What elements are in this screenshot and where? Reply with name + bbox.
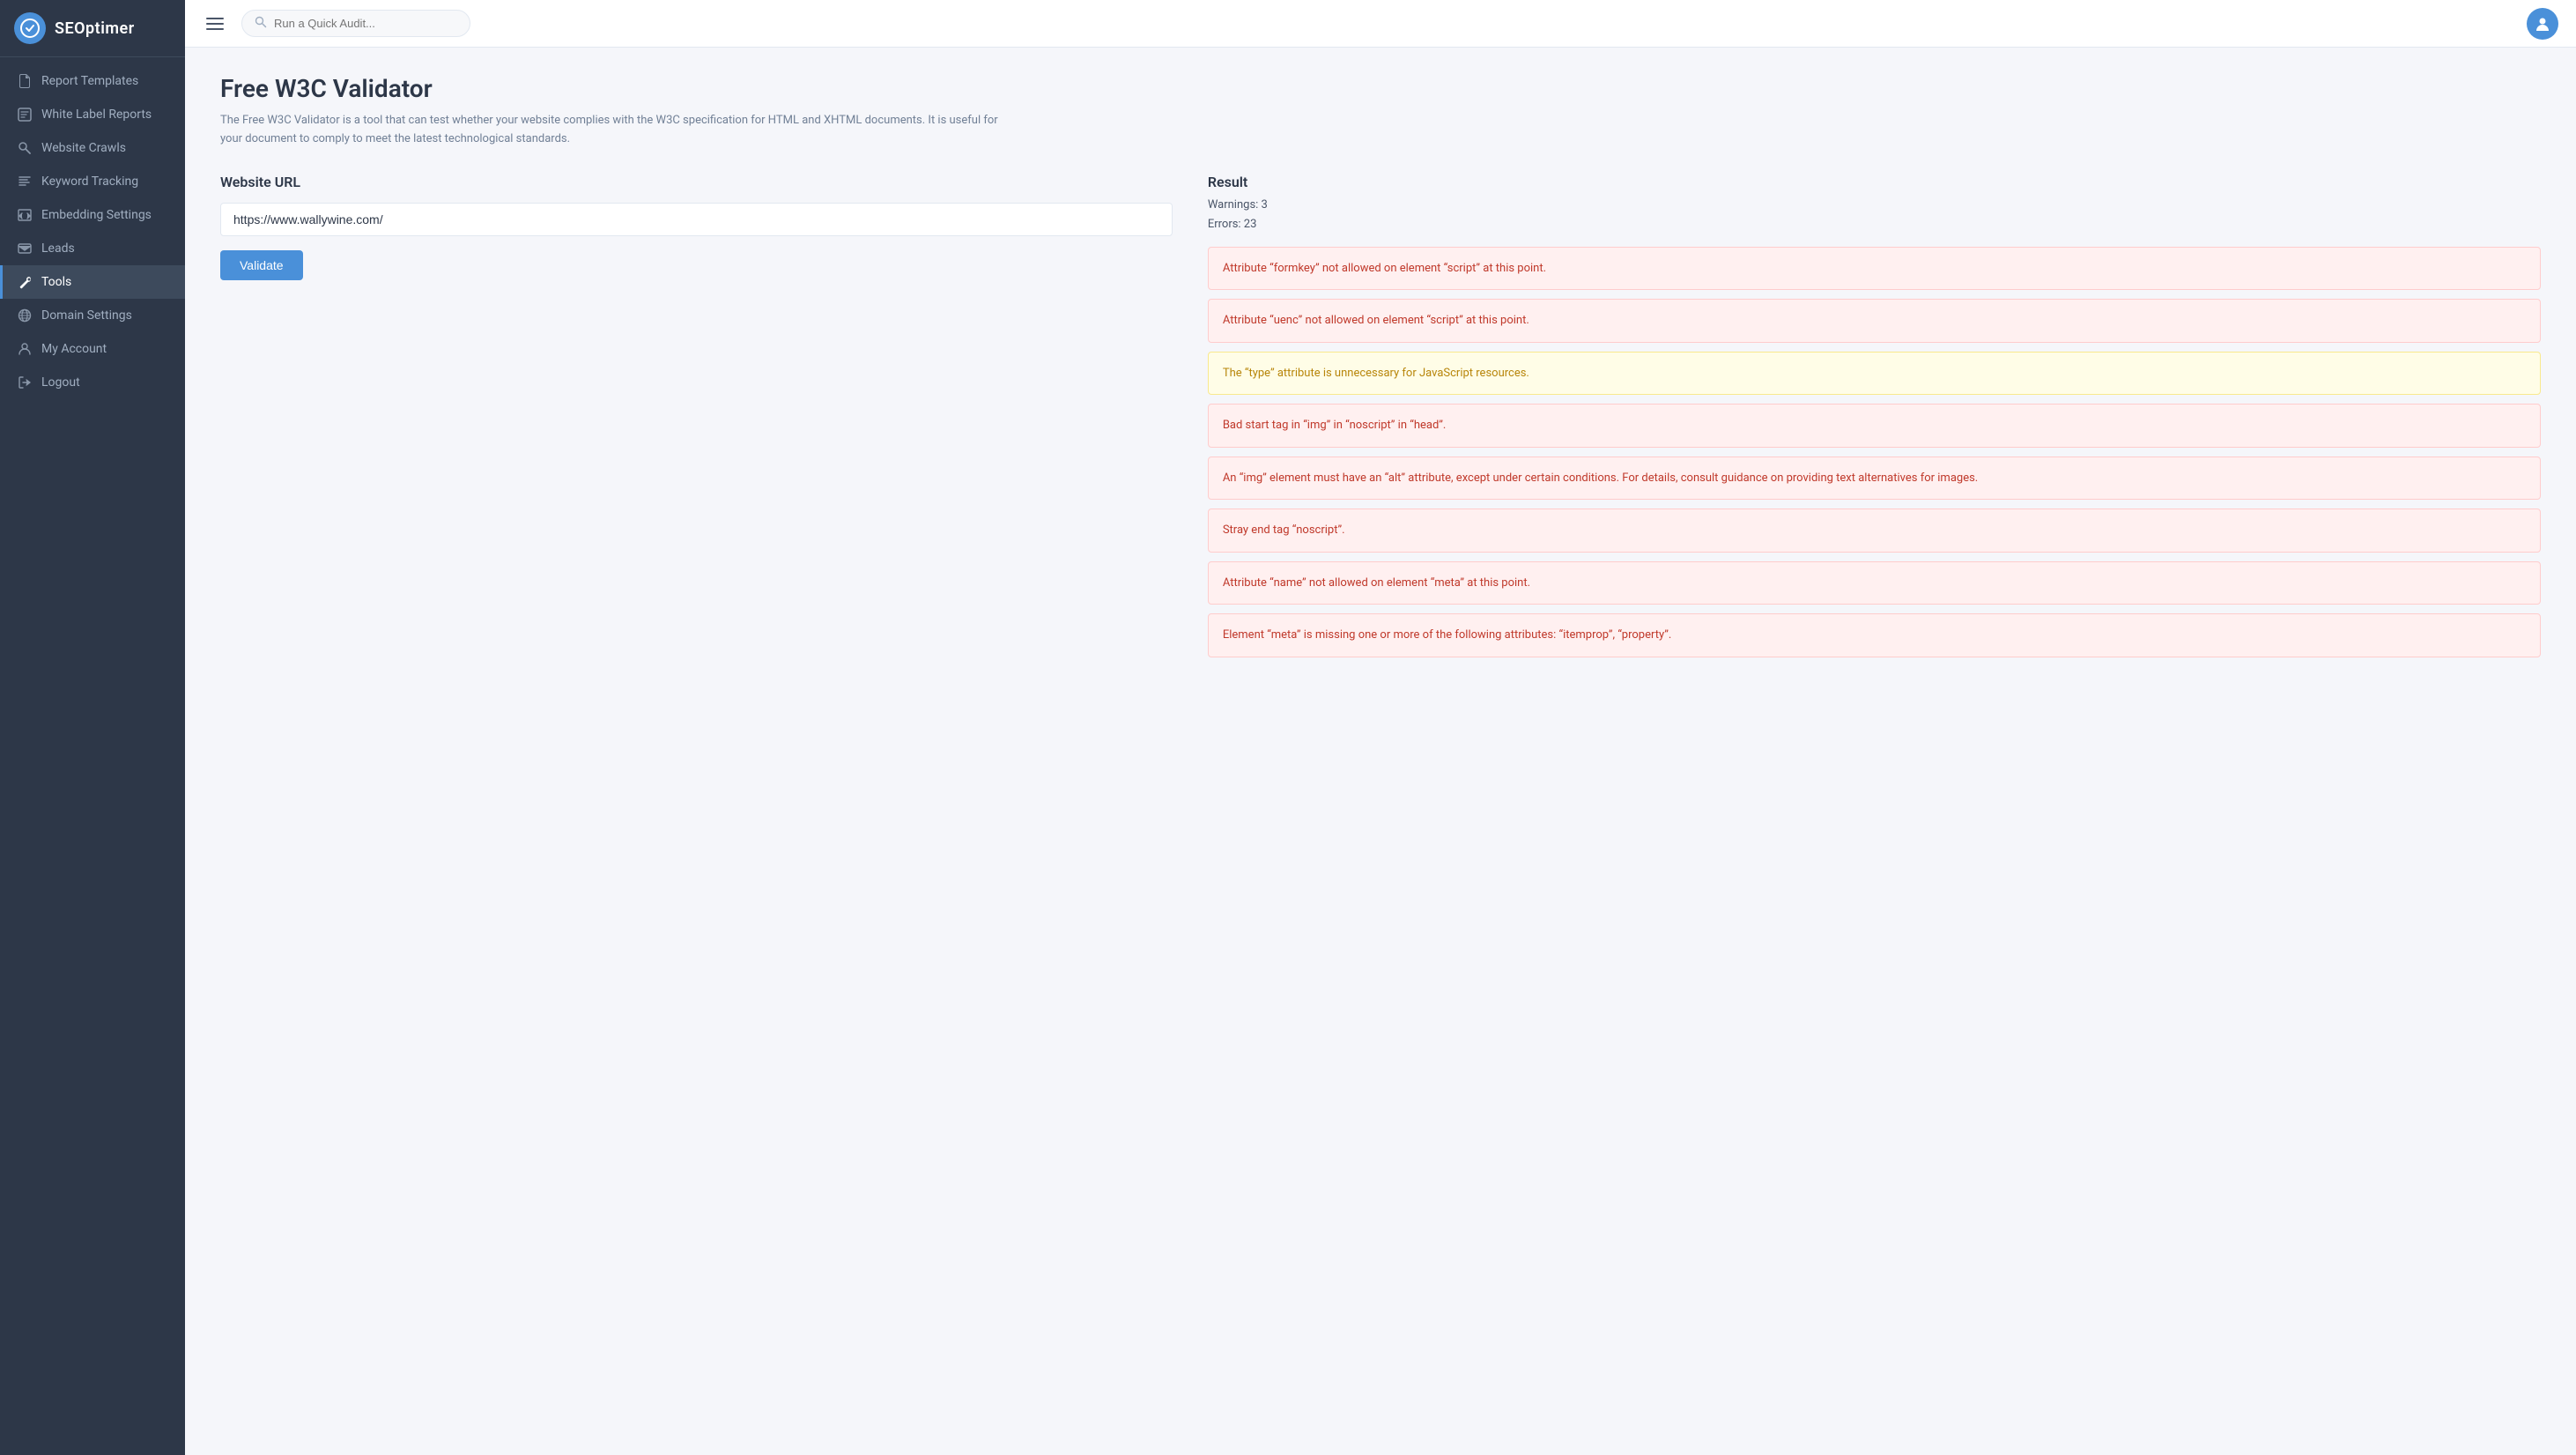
hamburger-line (206, 28, 224, 30)
page-description: The Free W3C Validator is a tool that ca… (220, 112, 1013, 149)
sidebar-item-label: Logout (41, 375, 80, 390)
result-item: Bad start tag in “img” in “noscript” in … (1208, 404, 2541, 448)
search-bar (241, 10, 470, 37)
result-title: Result (1208, 174, 2541, 190)
embed-icon (17, 207, 33, 223)
result-section: Result Warnings: 3 Errors: 23 Attribute … (1208, 174, 2541, 666)
topbar (185, 0, 2576, 48)
hamburger-button[interactable] (203, 14, 227, 33)
result-item: The “type” attribute is unnecessary for … (1208, 352, 2541, 396)
sidebar-item-leads[interactable]: Leads (0, 232, 185, 265)
globe-icon (17, 308, 33, 323)
result-stats: Warnings: 3 Errors: 23 (1208, 196, 2541, 234)
account-icon (17, 341, 33, 357)
sidebar-item-keyword-tracking[interactable]: Keyword Tracking (0, 165, 185, 198)
result-item: An “img” element must have an “alt” attr… (1208, 457, 2541, 501)
hamburger-line (206, 23, 224, 25)
sidebar-item-label: Tools (41, 275, 71, 289)
content-grid: Website URL Validate Result Warnings: 3 … (220, 174, 2541, 666)
result-item: Attribute “uenc” not allowed on element … (1208, 299, 2541, 343)
page-content: Free W3C Validator The Free W3C Validato… (185, 48, 2576, 1455)
tag-icon (17, 107, 33, 122)
form-section: Website URL Validate (220, 174, 1173, 666)
crawl-icon (17, 140, 33, 156)
sidebar-item-label: White Label Reports (41, 108, 152, 122)
sidebar-item-label: Domain Settings (41, 308, 132, 323)
url-input[interactable] (220, 203, 1173, 236)
result-item: Element “meta” is missing one or more of… (1208, 613, 2541, 657)
tools-icon (17, 274, 33, 290)
sidebar-logo: SEOptimer (0, 0, 185, 57)
sidebar: SEOptimer Report Templates White Label R… (0, 0, 185, 1455)
validate-button[interactable]: Validate (220, 250, 303, 280)
leads-icon (17, 241, 33, 256)
sidebar-item-label: Website Crawls (41, 141, 126, 155)
sidebar-item-domain-settings[interactable]: Domain Settings (0, 299, 185, 332)
main-wrapper: Free W3C Validator The Free W3C Validato… (185, 0, 2576, 1455)
url-section-title: Website URL (220, 174, 1173, 190)
sidebar-item-white-label-reports[interactable]: White Label Reports (0, 98, 185, 131)
keyword-icon (17, 174, 33, 189)
result-item: Stray end tag “noscript”. (1208, 509, 2541, 553)
sidebar-item-website-crawls[interactable]: Website Crawls (0, 131, 185, 165)
page-title: Free W3C Validator (220, 74, 2541, 103)
sidebar-item-embedding-settings[interactable]: Embedding Settings (0, 198, 185, 232)
sidebar-item-label: Embedding Settings (41, 208, 152, 222)
sidebar-item-label: Report Templates (41, 74, 138, 88)
sidebar-item-label: My Account (41, 342, 107, 356)
sidebar-item-label: Keyword Tracking (41, 174, 138, 189)
search-icon (255, 15, 267, 32)
hamburger-line (206, 18, 224, 19)
file-icon (17, 73, 33, 89)
result-item: Attribute “formkey” not allowed on eleme… (1208, 247, 2541, 291)
search-input[interactable] (274, 17, 450, 30)
errors-stat: Errors: 23 (1208, 215, 2541, 234)
topbar-right (2527, 8, 2558, 40)
sidebar-item-logout[interactable]: Logout (0, 366, 185, 399)
user-avatar[interactable] (2527, 8, 2558, 40)
sidebar-item-tools[interactable]: Tools (0, 265, 185, 299)
result-item: Attribute “name” not allowed on element … (1208, 561, 2541, 605)
sidebar-nav: Report Templates White Label Reports Web… (0, 57, 185, 1455)
logo-icon (14, 12, 46, 44)
warnings-stat: Warnings: 3 (1208, 196, 2541, 215)
result-list: Attribute “formkey” not allowed on eleme… (1208, 247, 2541, 657)
sidebar-item-label: Leads (41, 241, 75, 256)
sidebar-item-my-account[interactable]: My Account (0, 332, 185, 366)
logout-icon (17, 375, 33, 390)
sidebar-item-report-templates[interactable]: Report Templates (0, 64, 185, 98)
brand-name: SEOptimer (55, 19, 135, 38)
